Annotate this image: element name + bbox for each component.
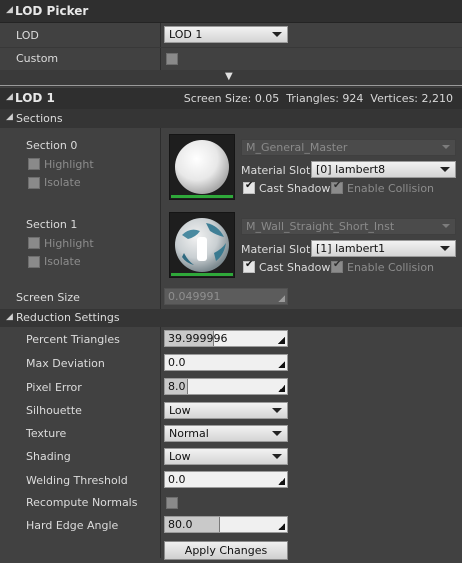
lod-picker-header[interactable]: ◢ LOD Picker [0,0,462,22]
section-0-label: Section 0 [26,139,78,152]
welding-threshold-field[interactable]: 0.0 [164,471,288,488]
resize-grip-icon [278,478,285,485]
section-0-isolate-checkbox[interactable] [28,177,40,189]
section-0-highlight-label: Highlight [44,158,94,171]
resize-grip-icon [278,337,285,344]
sections-title: Sections [16,112,63,125]
section-1-slot-label: Material Slot [241,243,311,256]
white-sphere-icon [175,140,229,194]
custom-label: Custom [16,52,59,65]
section-1-cast-shadow-label: Cast Shadow [259,261,331,274]
section-0-material-name[interactable]: M_General_Master [241,139,456,156]
lod-select[interactable]: LOD 1 [164,26,288,43]
sections-header[interactable]: ◢ Sections [0,109,462,128]
pixel-error-label: Pixel Error [26,381,82,394]
section-0-cast-shadow-label: Cast Shadow [259,182,331,195]
section-0-material-thumbnail[interactable] [169,134,235,200]
section-1-collision-label: Enable Collision [347,261,435,274]
section-1-material-thumbnail[interactable] [169,212,235,278]
header-divider [0,22,462,23]
percent-triangles-label: Percent Triangles [26,333,120,346]
chevron-down-icon [272,454,282,459]
shading-label: Shading [26,450,71,463]
chevron-down-icon [272,32,282,37]
chevron-down-icon [272,431,282,436]
max-deviation-field[interactable]: 0.0 [164,354,288,371]
section-0-cast-shadow-checkbox[interactable] [243,180,255,194]
section-1-isolate-label: Isolate [44,255,81,268]
lod-picker-title: LOD Picker [15,4,89,18]
pixel-error-field[interactable]: 8.0 [164,378,288,395]
section-0-isolate-label: Isolate [44,176,81,189]
section-1-slot-select[interactable]: [1] lambert1 [311,240,456,257]
row-divider [0,47,462,48]
silhouette-label: Silhouette [26,404,82,417]
texture-select[interactable]: Normal [164,425,288,442]
resize-grip-icon [278,361,285,368]
welding-threshold-label: Welding Threshold [26,474,128,487]
screen-size-field: 0.049991 [164,288,288,305]
max-deviation-label: Max Deviation [26,357,105,370]
section-1-material-name[interactable]: M_Wall_Straight_Short_Inst [241,218,456,235]
section-0-slot-select[interactable]: [0] lambert8 [311,161,456,178]
hard-edge-angle-label: Hard Edge Angle [26,519,119,532]
lod-label: LOD [16,29,39,42]
recompute-normals-checkbox[interactable] [166,497,178,509]
screen-size-label: Screen Size [16,291,80,304]
section-0-thumbnail-bar [171,195,233,198]
silhouette-select[interactable]: Low [164,402,288,419]
reduction-settings-title: Reduction Settings [16,311,120,324]
section-1-isolate-checkbox[interactable] [28,256,40,268]
collapse-arrow-icon: ◢ [6,112,13,122]
section-1-cast-shadow-checkbox[interactable] [243,259,255,273]
apply-changes-button[interactable]: Apply Changes [164,541,288,560]
shading-select[interactable]: Low [164,448,288,465]
chevron-down-icon [440,167,450,172]
section-1-highlight-label: Highlight [44,237,94,250]
chevron-down-icon [442,145,450,149]
expand-bar-underline [0,85,462,86]
recompute-normals-label: Recompute Normals [26,496,138,509]
section-1-thumbnail-bar [171,273,233,276]
lod1-header[interactable]: ◢ LOD 1 Screen Size: 0.05 Triangles: 924… [0,88,462,109]
collapse-arrow-icon: ◢ [6,5,13,15]
texture-label: Texture [26,427,67,440]
reduction-settings-header[interactable]: ◢ Reduction Settings [0,309,462,327]
section-0-highlight-checkbox[interactable] [28,158,40,170]
custom-checkbox[interactable] [166,53,178,65]
chevron-down-icon [272,408,282,413]
collapse-arrow-icon: ◢ [6,92,13,102]
resize-grip-icon [278,523,285,530]
section-0-collision-label: Enable Collision [347,182,435,195]
percent-triangles-field[interactable]: 39.999996 [164,330,288,347]
lod1-title: LOD 1 [15,91,55,105]
chevron-down-icon [440,246,450,251]
textured-sphere-icon [175,218,229,272]
section-1-highlight-checkbox[interactable] [28,237,40,249]
chevron-down-icon [442,224,450,228]
collapse-arrow-icon: ◢ [6,312,13,322]
section-0-slot-label: Material Slot [241,164,311,177]
section-0-collision-checkbox[interactable] [331,180,343,194]
expand-down-icon: ▼ [225,71,233,82]
section-1-label: Section 1 [26,218,78,231]
hard-edge-angle-field[interactable]: 80.0 [164,516,288,533]
section-1-collision-checkbox[interactable] [331,259,343,273]
resize-grip-icon [278,385,285,392]
resize-grip-icon [278,295,285,302]
column-divider [160,128,161,558]
lod1-stats: Screen Size: 0.05 Triangles: 924 Vertice… [183,92,453,105]
